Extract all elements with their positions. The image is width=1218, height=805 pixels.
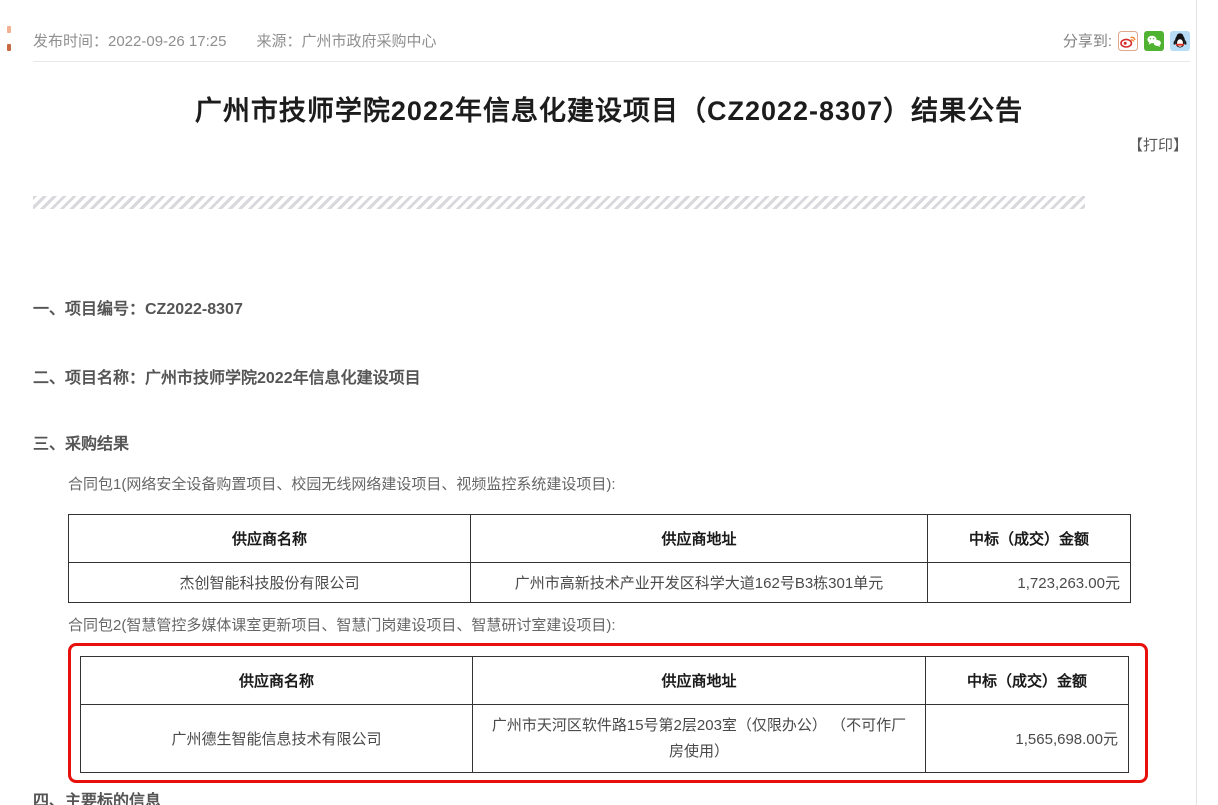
weibo-share-icon[interactable] (1118, 31, 1138, 51)
left-edge-mark-top (7, 26, 11, 33)
meta-bar: 发布时间：2022-09-26 17:25 来源：广州市政府采购中心 分享到: (33, 0, 1190, 62)
supplier-name-cell: 杰创智能科技股份有限公司 (69, 563, 471, 603)
table-row: 广州德生智能信息技术有限公司 广州市天河区软件路15号第2层203室（仅限办公）… (81, 705, 1129, 773)
share-label: 分享到: (1063, 30, 1112, 51)
supplier-name-cell: 广州德生智能信息技术有限公司 (81, 705, 473, 773)
share-bar: 分享到: (1063, 30, 1190, 51)
package2-result-table: 供应商名称 供应商地址 中标（成交）金额 广州德生智能信息技术有限公司 广州市天… (80, 656, 1129, 773)
section-procurement-result: 三、采购结果 (33, 430, 1218, 454)
package2-intro: 合同包2(智慧管控多媒体课室更新项目、智慧门岗建设项目、智慧研讨室建设项目): (68, 614, 1218, 635)
wechat-share-icon[interactable] (1144, 31, 1164, 51)
print-button[interactable]: 【打印】 (1128, 137, 1188, 154)
package1-intro: 合同包1(网络安全设备购置项目、校园无线网络建设项目、视频监控系统建设项目): (68, 473, 1218, 494)
red-highlight-box: 供应商名称 供应商地址 中标（成交）金额 广州德生智能信息技术有限公司 广州市天… (68, 643, 1148, 783)
section-project-number: 一、项目编号：CZ2022-8307 (33, 295, 1218, 319)
publish-meta: 发布时间：2022-09-26 17:25 来源：广州市政府采购中心 (33, 30, 436, 51)
publish-time-text: 发布时间：2022-09-26 17:25 (33, 30, 226, 51)
print-row: 【打印】 (0, 134, 1188, 155)
supplier-address-cell: 广州市天河区软件路15号第2层203室（仅限办公） （不可作厂房使用） (473, 705, 926, 773)
qq-share-icon[interactable] (1170, 31, 1190, 51)
left-edge-mark-bottom (7, 44, 11, 51)
award-amount-cell: 1,723,263.00元 (928, 563, 1131, 603)
section-main-subject-info: 四、主要标的信息 (33, 787, 1218, 805)
supplier-address-cell: 广州市高新技术产业开发区科学大道162号B3栋301单元 (471, 563, 928, 603)
table-header-row: 供应商名称 供应商地址 中标（成交）金额 (81, 657, 1129, 705)
announcement-page: 发布时间：2022-09-26 17:25 来源：广州市政府采购中心 分享到: (0, 0, 1218, 805)
header-supplier-address: 供应商地址 (473, 657, 926, 705)
header-supplier-name: 供应商名称 (81, 657, 473, 705)
section-project-name: 二、项目名称：广州市技师学院2022年信息化建设项目 (33, 364, 1218, 388)
page-title: 广州市技师学院2022年信息化建设项目（CZ2022-8307）结果公告 (0, 89, 1218, 128)
page-right-divider (1196, 0, 1197, 805)
hatched-divider (33, 196, 1085, 209)
header-award-amount: 中标（成交）金额 (928, 515, 1131, 563)
source-text: 来源：广州市政府采购中心 (256, 30, 436, 51)
package1-result-table: 供应商名称 供应商地址 中标（成交）金额 杰创智能科技股份有限公司 广州市高新技… (68, 514, 1131, 603)
header-supplier-name: 供应商名称 (69, 515, 471, 563)
award-amount-cell: 1,565,698.00元 (926, 705, 1129, 773)
table-header-row: 供应商名称 供应商地址 中标（成交）金额 (69, 515, 1131, 563)
table-row: 杰创智能科技股份有限公司 广州市高新技术产业开发区科学大道162号B3栋301单… (69, 563, 1131, 603)
header-supplier-address: 供应商地址 (471, 515, 928, 563)
header-award-amount: 中标（成交）金额 (926, 657, 1129, 705)
